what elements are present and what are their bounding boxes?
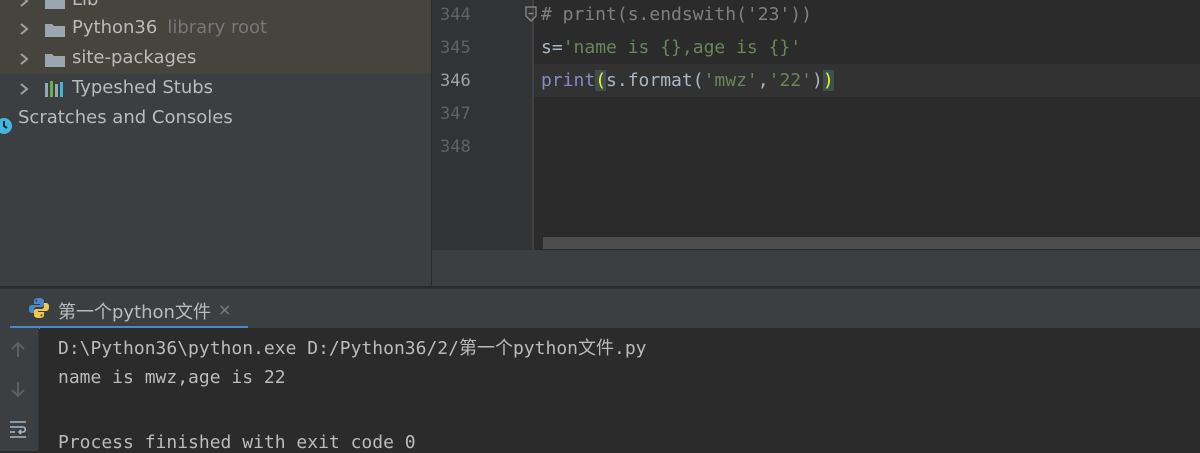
code-line-344[interactable]: # print(s.endswith('23'))	[541, 4, 812, 25]
chevron-right-icon[interactable]	[18, 82, 30, 96]
code-comment: # print(s.endswith('23'))	[541, 4, 812, 25]
chevron-right-icon[interactable]	[18, 22, 30, 36]
chevron-right-icon[interactable]	[18, 52, 30, 66]
python-icon	[29, 298, 49, 318]
run-tab[interactable]: 第一个python文件 ×	[10, 289, 248, 329]
console-line: D:\Python36\python.exe D:/Python36/2/第一个…	[58, 338, 647, 359]
project-tree: Lib Python36 library root site-packages T…	[0, 0, 431, 286]
soft-wrap-icon[interactable]	[8, 418, 28, 438]
fold-divider	[532, 0, 534, 250]
tree-item-label: Lib	[72, 0, 98, 10]
tree-item-typeshed-stubs[interactable]: Typeshed Stubs	[0, 74, 431, 104]
library-root-hint: library root	[167, 17, 268, 38]
tree-item-label: site-packages	[72, 47, 197, 68]
code-line-346[interactable]: print(s.format('mwz','22'))	[541, 70, 834, 91]
code-paren: )	[811, 70, 823, 91]
line-number: 348	[440, 137, 471, 157]
line-number: 344	[440, 5, 471, 25]
scroll-up-icon[interactable]	[8, 340, 28, 360]
code-builtin: print	[541, 70, 596, 91]
tree-item-label-group: Python36 library root	[72, 17, 267, 38]
code-string: '22'	[768, 70, 812, 91]
matched-paren-close: )	[822, 70, 834, 91]
tree-item-label: Typeshed Stubs	[72, 77, 214, 98]
tree-item-python36[interactable]: Python36 library root	[0, 14, 431, 44]
run-tool-header: 第一个python文件 ×	[0, 288, 1200, 329]
scroll-down-icon[interactable]	[8, 379, 28, 399]
line-number-current: 346	[440, 71, 471, 91]
tree-item-scratches[interactable]: Scratches and Consoles	[0, 104, 431, 134]
code-string: 'mwz'	[703, 70, 758, 91]
code-call: s.format(	[606, 70, 704, 91]
line-number: 347	[440, 104, 471, 124]
code-comma: ,	[757, 70, 769, 91]
folder-icon	[45, 0, 65, 9]
scratches-clock-icon	[0, 118, 12, 134]
console-line: name is mwz,age is 22	[58, 367, 286, 388]
chevron-right-icon[interactable]	[18, 0, 30, 8]
fold-icon[interactable]	[524, 6, 538, 22]
code-string: 'name is {},age is {}'	[562, 37, 802, 58]
run-side-toolbar	[0, 328, 39, 451]
code-identifier: s=	[541, 37, 563, 58]
code-line-345[interactable]: s='name is {},age is {}'	[541, 37, 801, 58]
folder-icon	[45, 24, 65, 37]
console-line: Process finished with exit code 0	[58, 432, 416, 453]
run-tab-label: 第一个python文件	[58, 302, 211, 323]
tree-item-label: Python36	[72, 17, 158, 38]
run-console[interactable]: D:\Python36\python.exe D:/Python36/2/第一个…	[40, 328, 1200, 453]
matched-paren-open: (	[595, 70, 607, 91]
horizontal-scrollbar[interactable]	[543, 237, 1200, 249]
close-icon[interactable]: ×	[218, 300, 231, 319]
tree-item-site-packages[interactable]: site-packages	[0, 44, 431, 74]
folder-icon	[45, 54, 65, 67]
tree-item-label: Scratches and Consoles	[18, 107, 233, 128]
editor-bottom-area	[432, 250, 1200, 286]
library-stubs-icon	[45, 81, 63, 97]
line-number: 345	[440, 38, 471, 58]
